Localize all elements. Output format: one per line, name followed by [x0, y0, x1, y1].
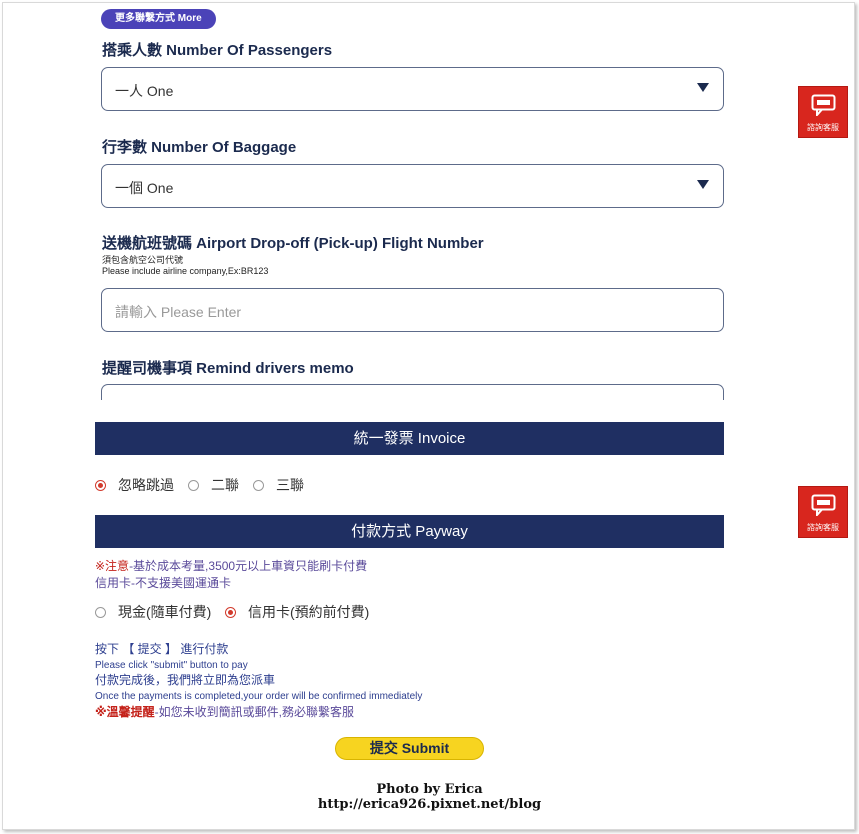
- customer-service-button[interactable]: 諮詢客服: [798, 486, 848, 538]
- watermark-credit: Photo by Erica: [376, 782, 483, 797]
- flight-label: 送機航班號碼 Airport Drop-off (Pick-up) Flight…: [102, 235, 484, 252]
- radio-icon: [188, 479, 199, 491]
- invoice-header: 統一發票 Invoice: [95, 422, 724, 455]
- instruction-line3: 付款完成後，我們將立即為您派車: [95, 673, 276, 687]
- invoice-option-label: 忽略跳過: [118, 477, 174, 493]
- invoice-option-triplicate[interactable]: 三聯: [253, 475, 304, 495]
- baggage-select[interactable]: 一個 One: [101, 164, 724, 208]
- passengers-select[interactable]: 一人 One: [101, 67, 724, 111]
- notice-text: -基於成本考量,3500元以上車資只能刷卡付費: [129, 559, 368, 573]
- payment-option-cash[interactable]: 現金(隨車付費): [95, 602, 211, 622]
- flight-hint-en: Please include airline company,Ex:BR123: [102, 266, 269, 276]
- chat-bubble-icon: [811, 94, 836, 116]
- payment-notice: ※注意-基於成本考量,3500元以上車資只能刷卡付費: [95, 560, 367, 573]
- payment-option-credit-card[interactable]: 信用卡(預約前付費): [225, 602, 369, 622]
- submit-button[interactable]: 提交 Submit: [335, 737, 484, 760]
- payway-header: 付款方式 Payway: [95, 515, 724, 548]
- more-contact-button[interactable]: 更多聯繫方式 More: [101, 9, 216, 29]
- payment-option-label: 信用卡(預約前付費): [248, 604, 370, 620]
- memo-label: 提醒司機事項 Remind drivers memo: [102, 360, 354, 377]
- invoice-option-label: 三聯: [276, 477, 304, 493]
- warm-reminder-prefix: ※溫馨提醒: [95, 705, 155, 719]
- radio-icon: [95, 606, 106, 618]
- dropdown-arrow-icon: [697, 83, 709, 92]
- dropdown-arrow-icon: [697, 180, 709, 189]
- baggage-value: 一個 One: [115, 180, 174, 196]
- flight-number-placeholder: 請輸入 Please Enter: [115, 304, 242, 320]
- customer-service-label: 諮詢客服: [807, 123, 839, 132]
- flight-hint-zh: 須包含航空公司代號: [102, 255, 184, 265]
- customer-service-label: 諮詢客服: [807, 523, 839, 532]
- radio-selected-icon: [225, 606, 236, 618]
- watermark-url: http://erica926.pixnet.net/blog: [317, 797, 542, 812]
- instruction-line2: Please click "submit" button to pay: [95, 660, 248, 671]
- instruction-line4: Once the payments is completed,your orde…: [95, 691, 423, 702]
- passengers-value: 一人 One: [115, 83, 174, 99]
- invoice-option-label: 二聯: [211, 477, 239, 493]
- chat-bubble-icon: [811, 494, 836, 516]
- payment-option-label: 現金(隨車付費): [118, 604, 212, 620]
- notice-prefix: ※注意: [95, 559, 130, 573]
- notice-line2: 信用卡-不支援美國運通卡: [95, 576, 231, 590]
- customer-service-button[interactable]: 諮詢客服: [798, 86, 848, 138]
- warm-reminder: ※溫馨提醒-如您未收到簡訊或郵件,務必聯繫客服: [95, 706, 354, 719]
- passengers-label: 搭乘人數 Number Of Passengers: [102, 42, 333, 59]
- instruction-line1: 按下 【 提交 】 進行付款: [95, 642, 229, 656]
- warm-reminder-text: -如您未收到簡訊或郵件,務必聯繫客服: [154, 705, 355, 719]
- radio-selected-icon: [95, 479, 106, 491]
- memo-textarea[interactable]: [101, 384, 724, 400]
- baggage-label: 行李數 Number Of Baggage: [102, 139, 297, 156]
- invoice-option-duplicate[interactable]: 二聯: [188, 475, 239, 495]
- invoice-option-skip[interactable]: 忽略跳過: [95, 475, 174, 495]
- flight-number-input[interactable]: 請輸入 Please Enter: [101, 288, 724, 332]
- radio-icon: [253, 479, 264, 491]
